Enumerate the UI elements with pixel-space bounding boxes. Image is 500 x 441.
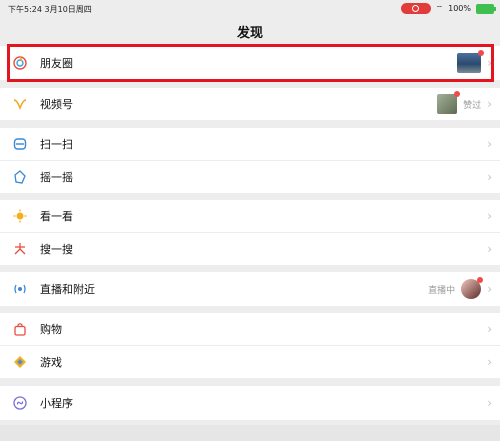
row-label-scan: 扫一扫 bbox=[40, 138, 73, 151]
row-label-live-nearby: 直播和附近 bbox=[40, 283, 95, 296]
chevron-right-icon: › bbox=[487, 97, 492, 111]
row-scan[interactable]: 扫一扫 › bbox=[0, 128, 500, 160]
chevron-right-icon: › bbox=[487, 396, 492, 410]
row-top-stories[interactable]: 看一看 › bbox=[0, 200, 500, 232]
chevron-right-icon: › bbox=[487, 209, 492, 223]
row-label-channels: 视频号 bbox=[40, 98, 73, 111]
row-shopping[interactable]: 购物 › bbox=[0, 313, 500, 345]
status-time: 下午5:24 bbox=[8, 5, 42, 14]
highlight-box bbox=[7, 44, 494, 82]
battery-percent: 100% bbox=[448, 4, 471, 13]
row-search[interactable]: 搜一搜 › bbox=[0, 233, 500, 265]
row-label-shake: 摇一摇 bbox=[40, 171, 73, 184]
chevron-right-icon: › bbox=[487, 137, 492, 151]
page-title: 发现 bbox=[236, 26, 263, 41]
shopping-icon bbox=[12, 321, 28, 337]
screen-record-icon bbox=[400, 3, 431, 14]
channels-liked-text: 赞过 bbox=[463, 100, 482, 111]
row-live-nearby[interactable]: 直播和附近 直播中 › bbox=[0, 272, 500, 306]
unread-dot bbox=[477, 277, 484, 283]
channels-thumbnail bbox=[437, 91, 461, 114]
row-label-shopping: 购物 bbox=[40, 323, 62, 336]
row-mini-programs[interactable]: 小程序 › bbox=[0, 386, 500, 420]
row-label-search: 搜一搜 bbox=[40, 243, 73, 256]
top-stories-icon bbox=[12, 208, 28, 224]
channels-icon bbox=[12, 96, 28, 112]
status-date: 3月10日周四 bbox=[44, 5, 92, 14]
shake-icon bbox=[12, 169, 28, 185]
live-avatar bbox=[461, 277, 484, 299]
chevron-right-icon: › bbox=[487, 322, 492, 336]
row-label-mini-programs: 小程序 bbox=[40, 397, 73, 410]
chevron-right-icon: › bbox=[487, 282, 492, 296]
row-shake[interactable]: 摇一摇 › bbox=[0, 161, 500, 193]
game-icon bbox=[12, 354, 28, 370]
live-status-text: 直播中 bbox=[428, 285, 456, 296]
status-bar: 下午5:24 3月10日周四 ⌔ 100% bbox=[0, 0, 500, 18]
live-icon bbox=[12, 281, 28, 297]
chevron-right-icon: › bbox=[487, 355, 492, 369]
row-channels[interactable]: 视频号 赞过 › bbox=[0, 88, 500, 120]
row-games[interactable]: 游戏 › bbox=[0, 346, 500, 378]
scan-icon bbox=[12, 136, 28, 152]
row-label-top-stories: 看一看 bbox=[40, 210, 73, 223]
wifi-icon: ⌔ bbox=[435, 3, 444, 13]
mini-program-icon bbox=[12, 395, 28, 411]
chevron-right-icon: › bbox=[487, 170, 492, 184]
battery-icon bbox=[476, 3, 496, 14]
chevron-right-icon: › bbox=[487, 242, 492, 256]
bottom-area bbox=[0, 425, 500, 441]
search-icon bbox=[12, 241, 28, 257]
row-label-games: 游戏 bbox=[40, 356, 62, 369]
unread-dot bbox=[454, 91, 461, 97]
